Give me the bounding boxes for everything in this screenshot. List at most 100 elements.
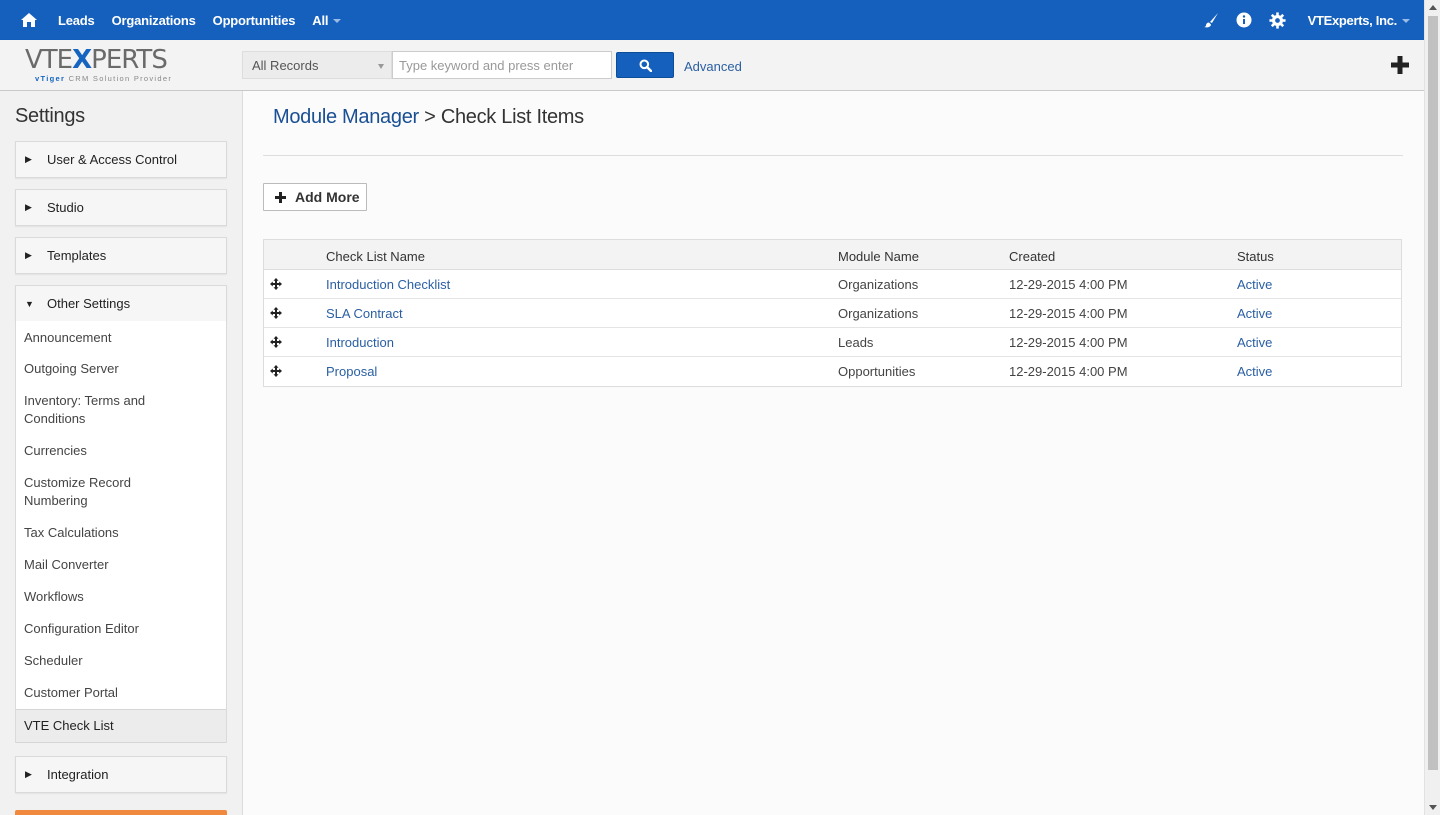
status-link[interactable]: Active bbox=[1237, 306, 1272, 321]
top-navigation-bar: Leads Organizations Opportunities All VT… bbox=[0, 0, 1424, 40]
caret-right-icon: ▶ bbox=[25, 202, 32, 212]
advanced-search-link[interactable]: Advanced bbox=[684, 59, 742, 74]
records-type-select[interactable]: All Records bbox=[242, 51, 392, 79]
scroll-up-arrow-icon[interactable] bbox=[1429, 5, 1437, 10]
chevron-down-icon bbox=[1402, 19, 1410, 24]
account-name: VTExperts, Inc. bbox=[1307, 12, 1398, 28]
scrollbar-thumb[interactable] bbox=[1428, 16, 1438, 770]
sidebar-section-label: Integration bbox=[47, 767, 109, 782]
caret-right-icon: ▶ bbox=[25, 250, 32, 260]
table-row: Introduction Checklist Organizations 12-… bbox=[264, 270, 1401, 299]
checklist-name-link[interactable]: Proposal bbox=[326, 364, 377, 379]
sidebar-title: Settings bbox=[15, 105, 85, 127]
sidebar-item-customize-record-numbering[interactable]: Customize Record Numbering bbox=[16, 467, 166, 517]
status-link[interactable]: Active bbox=[1237, 364, 1272, 379]
logo-tagline: vTiger CRM Solution Provider bbox=[35, 74, 173, 83]
settings-button[interactable] bbox=[1261, 11, 1294, 29]
breadcrumb-separator: > bbox=[424, 106, 436, 128]
checklist-name-link[interactable]: Introduction bbox=[326, 335, 394, 350]
brush-icon bbox=[1204, 13, 1219, 28]
sidebar-section-templates[interactable]: ▶ Templates bbox=[15, 237, 227, 274]
sidebar-item-outgoing-server[interactable]: Outgoing Server bbox=[16, 353, 226, 385]
sidebar-section-label: Templates bbox=[47, 248, 107, 263]
sidebar-section-integration[interactable]: ▶ Integration bbox=[15, 756, 227, 793]
sidebar-item-workflows[interactable]: Workflows bbox=[16, 581, 226, 613]
search-icon bbox=[639, 59, 652, 72]
theme-button[interactable] bbox=[1195, 12, 1228, 28]
drag-handle-icon[interactable] bbox=[270, 307, 282, 319]
table-row: Proposal Opportunities 12-29-2015 4:00 P… bbox=[264, 357, 1401, 386]
breadcrumb: Module Manager > Check List Items bbox=[273, 106, 584, 129]
page-title: Check List Items bbox=[440, 106, 584, 128]
nav-link-organizations[interactable]: Organizations bbox=[112, 13, 196, 28]
sidebar-section-other-settings[interactable]: ▼ Other Settings bbox=[15, 285, 227, 322]
checklist-name-link[interactable]: Introduction Checklist bbox=[326, 277, 450, 292]
caret-down-icon: ▼ bbox=[25, 298, 34, 309]
sidebar-item-configuration-editor[interactable]: Configuration Editor bbox=[16, 613, 226, 645]
sidebar-section-label: Other Settings bbox=[47, 296, 131, 311]
module-name-cell: Leads bbox=[838, 335, 874, 350]
module-name-cell: Organizations bbox=[838, 277, 919, 292]
caret-right-icon: ▶ bbox=[25, 154, 32, 164]
info-button[interactable] bbox=[1228, 12, 1261, 28]
checklist-table: Check List Name Module Name Created Stat… bbox=[263, 239, 1402, 387]
nav-link-leads[interactable]: Leads bbox=[58, 13, 95, 28]
module-name-cell: Organizations bbox=[838, 306, 919, 321]
info-icon bbox=[1236, 12, 1252, 28]
drag-handle-icon[interactable] bbox=[270, 278, 282, 290]
sidebar-section-studio[interactable]: ▶ Studio bbox=[15, 189, 227, 226]
header-bar: VTEXPERTS vTiger CRM Solution Provider A… bbox=[0, 40, 1424, 91]
breadcrumb-module-manager[interactable]: Module Manager bbox=[273, 106, 419, 128]
sidebar-item-customer-portal[interactable]: Customer Portal bbox=[16, 677, 226, 709]
created-cell: 12-29-2015 4:00 PM bbox=[1009, 335, 1128, 350]
home-button[interactable] bbox=[0, 0, 58, 40]
sidebar-item-scheduler[interactable]: Scheduler bbox=[16, 645, 226, 677]
sidebar-section-label: User & Access Control bbox=[47, 152, 178, 167]
drag-handle-icon[interactable] bbox=[270, 365, 282, 377]
logo-wordmark: VTEXPERTS bbox=[25, 45, 168, 75]
column-header-module-name[interactable]: Module Name bbox=[838, 249, 919, 264]
module-name-cell: Opportunities bbox=[838, 364, 916, 379]
dropdown-arrow-icon bbox=[378, 64, 384, 69]
column-header-check-list-name[interactable]: Check List Name bbox=[326, 249, 425, 264]
gear-icon bbox=[1269, 11, 1286, 29]
top-nav-right-group: VTExperts, Inc. bbox=[1195, 0, 1410, 40]
main-content: Module Manager > Check List Items Add Mo… bbox=[243, 91, 1424, 815]
scroll-down-arrow-icon[interactable] bbox=[1429, 805, 1437, 810]
divider bbox=[263, 155, 1403, 156]
sidebar-item-inventory-terms[interactable]: Inventory: Terms and Conditions bbox=[16, 385, 166, 435]
column-header-status[interactable]: Status bbox=[1237, 249, 1274, 264]
table-row: SLA Contract Organizations 12-29-2015 4:… bbox=[264, 299, 1401, 328]
created-cell: 12-29-2015 4:00 PM bbox=[1009, 364, 1128, 379]
sidebar-item-announcement[interactable]: Announcement bbox=[16, 321, 226, 353]
plus-icon bbox=[1391, 56, 1409, 74]
records-type-value: All Records bbox=[252, 58, 319, 73]
company-logo[interactable]: VTEXPERTS vTiger CRM Solution Provider bbox=[25, 47, 180, 85]
sidebar-item-mail-converter[interactable]: Mail Converter bbox=[16, 549, 226, 581]
status-link[interactable]: Active bbox=[1237, 335, 1272, 350]
search-button[interactable] bbox=[616, 52, 674, 78]
sidebar-item-currencies[interactable]: Currencies bbox=[16, 435, 226, 467]
nav-dropdown-all[interactable]: All bbox=[312, 13, 342, 28]
sidebar-section-label: Studio bbox=[47, 200, 84, 215]
add-more-button[interactable]: Add More bbox=[263, 183, 367, 211]
sidebar-bottom-accent bbox=[15, 810, 227, 815]
sidebar-section-user-access-control[interactable]: ▶ User & Access Control bbox=[15, 141, 227, 178]
created-cell: 12-29-2015 4:00 PM bbox=[1009, 306, 1128, 321]
vertical-scrollbar[interactable] bbox=[1424, 0, 1440, 815]
caret-right-icon: ▶ bbox=[25, 769, 32, 779]
checklist-name-link[interactable]: SLA Contract bbox=[326, 306, 403, 321]
global-search-input[interactable] bbox=[392, 51, 612, 79]
drag-handle-icon[interactable] bbox=[270, 336, 282, 348]
quick-create-button[interactable] bbox=[1388, 53, 1412, 77]
status-link[interactable]: Active bbox=[1237, 277, 1272, 292]
add-more-label: Add More bbox=[295, 189, 360, 205]
column-header-created[interactable]: Created bbox=[1009, 249, 1055, 264]
nav-link-opportunities[interactable]: Opportunities bbox=[213, 13, 296, 28]
sidebar-item-tax-calculations[interactable]: Tax Calculations bbox=[16, 517, 226, 549]
settings-sidebar: Settings ▶ User & Access Control ▶ Studi… bbox=[0, 91, 243, 815]
account-menu[interactable]: VTExperts, Inc. bbox=[1308, 13, 1410, 28]
sidebar-item-vte-check-list[interactable]: VTE Check List bbox=[16, 709, 226, 743]
other-settings-menu: Announcement Outgoing Server Inventory: … bbox=[15, 321, 227, 743]
chevron-down-icon bbox=[333, 19, 342, 24]
